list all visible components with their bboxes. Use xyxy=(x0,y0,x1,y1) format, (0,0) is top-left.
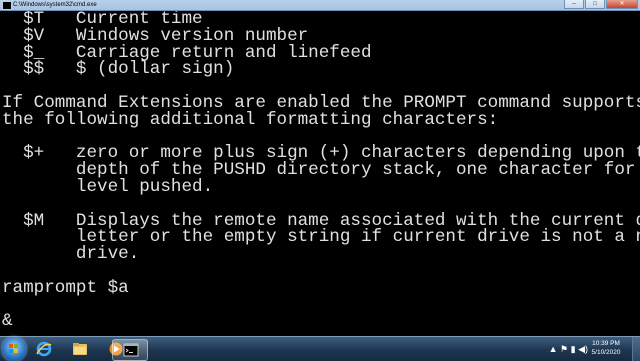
console-line: level pushed. xyxy=(2,176,214,197)
start-button[interactable] xyxy=(2,337,26,361)
windows-logo-icon xyxy=(9,344,19,354)
window-title-bar[interactable]: C:\Windows\system32\cmd.exe – □ ✕ xyxy=(0,0,640,11)
taskbar-item-command-prompt[interactable] xyxy=(112,339,148,361)
window-title: C:\Windows\system32\cmd.exe xyxy=(13,2,97,8)
console-text: $T Current time $V Windows version numbe… xyxy=(0,11,640,330)
clock-date: 5/10/2020 xyxy=(591,349,621,356)
console-output[interactable]: $T Current time $V Windows version numbe… xyxy=(0,11,640,336)
clock-time: 10:39 PM xyxy=(592,340,620,347)
console-line: ramprompt $a xyxy=(2,277,129,298)
minimize-button[interactable]: – xyxy=(564,0,584,9)
maximize-button[interactable]: □ xyxy=(585,0,605,9)
console-line: drive. xyxy=(2,244,140,265)
folder-icon xyxy=(73,343,87,355)
taskbar-item-internet-explorer[interactable] xyxy=(26,339,62,359)
tray-arrow-icon[interactable]: ▲ xyxy=(549,344,558,354)
flag-icon[interactable]: ⚑ xyxy=(560,344,568,354)
console-line: & xyxy=(2,311,13,332)
console-line: $$ $ (dollar sign) xyxy=(2,59,235,80)
close-button[interactable]: ✕ xyxy=(606,0,638,9)
system-tray[interactable]: ▲ ⚑ ▮ ◀) xyxy=(549,344,588,355)
network-icon[interactable]: ▮ xyxy=(571,344,576,354)
cmd-app-icon xyxy=(2,1,12,10)
command-prompt-icon xyxy=(123,343,139,357)
console-line: the following additional formatting char… xyxy=(2,109,499,130)
taskbar: ▲ ⚑ ▮ ◀) 10:39 PM 5/10/2020 xyxy=(0,336,640,361)
show-desktop-button[interactable] xyxy=(632,337,640,361)
internet-explorer-icon xyxy=(36,341,52,357)
taskbar-item-windows-explorer[interactable] xyxy=(62,339,98,359)
clock[interactable]: 10:39 PM 5/10/2020 xyxy=(584,339,628,357)
